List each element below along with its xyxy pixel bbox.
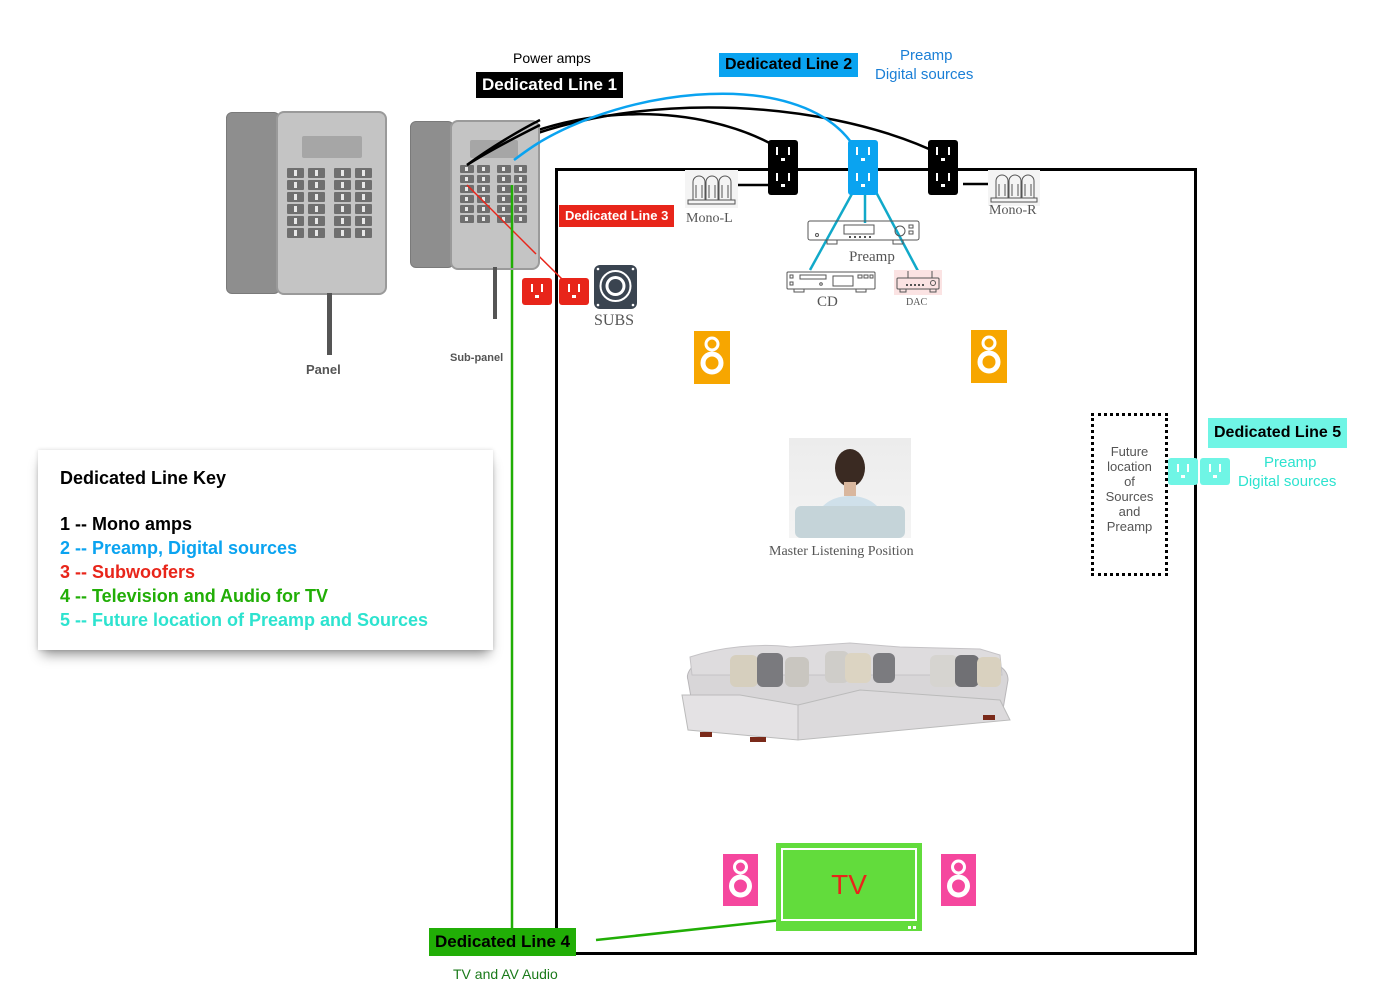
line4-label: Dedicated Line 4 [429, 928, 577, 956]
subs-label: SUBS [594, 312, 635, 329]
mono-left-label: Mono-L [686, 211, 733, 226]
line5-outlet-2 [1200, 458, 1230, 485]
sub-panel-window [470, 140, 518, 158]
legend-item-line2: 2 -- Preamp, Digital sources [60, 538, 298, 558]
future-box-line: Preamp [1106, 519, 1153, 534]
sub-panel-label: Sub-panel [450, 352, 504, 364]
main-panel [276, 111, 387, 295]
dac-device [894, 270, 942, 295]
duplex-outlet-icon [776, 147, 790, 187]
main-panel-label: Panel [306, 362, 341, 377]
cd-player-device [786, 271, 876, 293]
speaker-icon [977, 335, 1001, 374]
preamp-label: Preamp [849, 249, 895, 265]
legend-item-line5: 5 -- Future location of Preamp and Sourc… [60, 610, 429, 630]
main-panel-window [302, 136, 362, 158]
speaker-icon [729, 859, 752, 898]
line3-label: Dedicated Line 3 [559, 205, 675, 227]
dac-icon [896, 271, 940, 293]
legend-item-line3: 3 -- Subwoofers [60, 562, 196, 582]
front-left-speaker [694, 331, 730, 384]
line1-outlet-left [768, 140, 798, 195]
future-location-box: Future location of Sources and Preamp [1091, 413, 1168, 576]
future-box-line: location [1107, 459, 1152, 474]
television: TV [776, 843, 922, 931]
duplex-outlet-icon [936, 147, 950, 187]
tube-amp-icon [990, 174, 1038, 203]
listening-position-label: Master Listening Position [769, 544, 914, 559]
preamp-device [807, 219, 920, 245]
line2-label: Dedicated Line 2 [719, 53, 859, 77]
legend-title: Dedicated Line Key [60, 468, 227, 488]
future-box-line: and [1118, 504, 1141, 519]
subwoofer [594, 265, 637, 309]
tv-indicator-lights [908, 926, 916, 929]
line2-wire-to-blue-outlet [513, 92, 857, 161]
line1-caption: Power amps [513, 50, 591, 66]
line1-label: Dedicated Line 1 [476, 72, 624, 98]
sub-panel-door [410, 121, 454, 268]
mono-right-label: Mono-R [989, 203, 1037, 218]
sub-panel [450, 120, 540, 270]
duplex-outlet-icon [856, 147, 870, 187]
front-right-speaker [971, 330, 1007, 383]
main-panel-breakers-right [334, 168, 372, 238]
line2-caption-preamp: Preamp [900, 47, 953, 64]
outlet-icon [568, 284, 580, 298]
tv-label: TV [831, 868, 867, 900]
dedicated-line-key: Dedicated Line Key 1 -- Mono amps 2 -- P… [38, 450, 493, 650]
legend-item-line1: 1 -- Mono amps [60, 514, 193, 534]
future-box-line: Sources [1105, 489, 1154, 504]
line2-outlet [848, 140, 878, 195]
cd-label: CD [817, 294, 838, 310]
line4-caption: TV and AV Audio [453, 966, 558, 982]
main-panel-door [226, 112, 280, 294]
subwoofer-icon [596, 267, 635, 307]
cd-player-icon [786, 271, 876, 293]
speaker-icon [947, 859, 970, 898]
line2-caption-digital-sources: Digital sources [875, 66, 974, 83]
main-panel-conduit [327, 293, 332, 355]
main-panel-breakers-left [287, 168, 325, 238]
tv-screen: TV [781, 848, 917, 921]
legend-item-line4: 4 -- Television and Audio for TV [60, 586, 329, 606]
line5-caption-digital-sources: Digital sources [1238, 473, 1337, 490]
line3-outlet-1 [522, 278, 552, 305]
rear-left-speaker [723, 854, 758, 906]
line5-label: Dedicated Line 5 [1208, 418, 1348, 448]
person-from-behind-icon [795, 449, 905, 538]
rear-right-speaker [941, 854, 976, 906]
mono-left-amp [685, 170, 738, 208]
sectional-sofa [680, 635, 1016, 745]
line5-caption-preamp: Preamp [1264, 454, 1317, 471]
line3-outlet-2 [559, 278, 589, 305]
outlet-icon [1209, 464, 1221, 478]
outlet-icon [1177, 464, 1189, 478]
future-box-line: Future [1110, 444, 1149, 459]
sub-panel-conduit [493, 267, 497, 319]
listener-image [789, 438, 911, 538]
dac-label: DAC [906, 297, 928, 308]
mono-right-amp [988, 170, 1040, 206]
preamp-icon [807, 220, 920, 245]
outlet-icon [531, 284, 543, 298]
future-box-line: of [1124, 474, 1135, 489]
sub-panel-breakers-right [497, 165, 527, 223]
sofa-icon [681, 642, 1011, 742]
speaker-icon [700, 336, 724, 375]
tube-amp-icon [687, 175, 736, 205]
line5-outlet-1 [1168, 458, 1198, 485]
sub-panel-breakers-left [460, 165, 490, 223]
line1-outlet-right [928, 140, 958, 195]
